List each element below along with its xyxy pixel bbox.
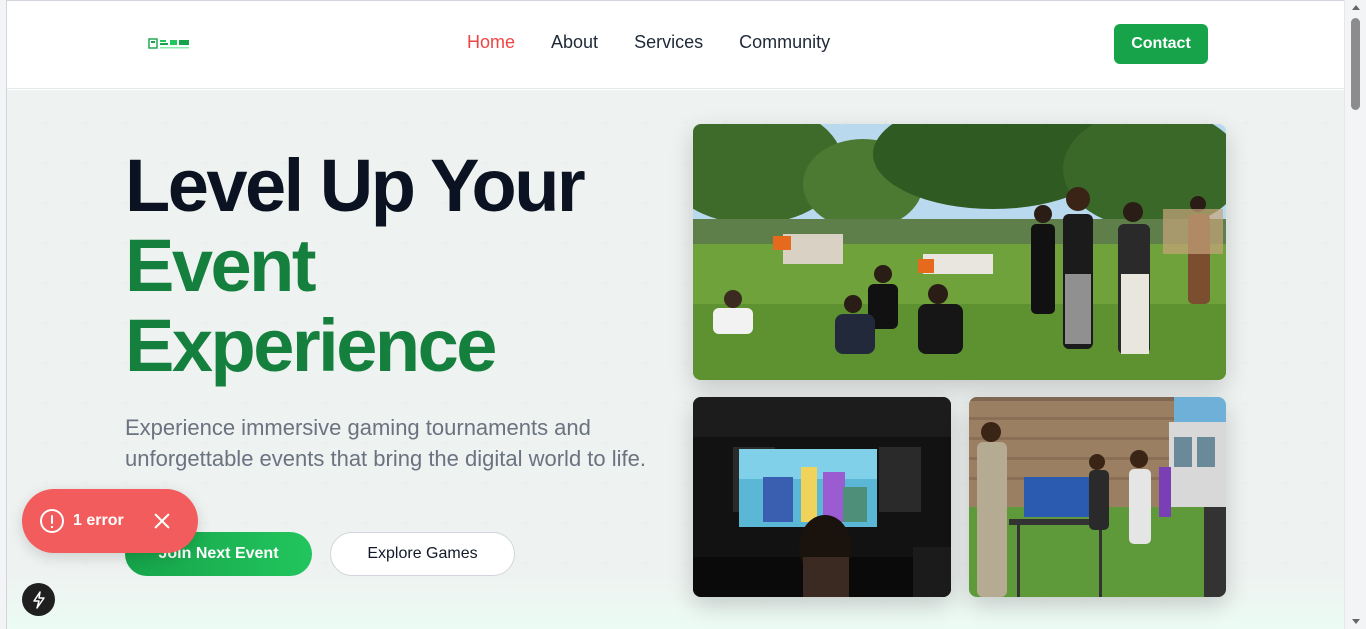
screening-room-photo bbox=[693, 397, 951, 597]
nav-services-link[interactable]: Services bbox=[634, 32, 703, 53]
bolt-icon bbox=[32, 590, 45, 609]
hero-title-line-3: Experience bbox=[125, 304, 497, 387]
scroll-up-arrow-icon[interactable] bbox=[1352, 5, 1360, 10]
error-toast[interactable]: 1 error bbox=[22, 489, 198, 553]
dev-tools-button[interactable] bbox=[22, 583, 55, 616]
scrollbar-thumb[interactable] bbox=[1351, 18, 1360, 110]
page-scrollbar[interactable] bbox=[1344, 0, 1366, 629]
explore-games-button[interactable]: Explore Games bbox=[330, 532, 515, 576]
main-nav: Home About Services Community bbox=[467, 32, 830, 53]
close-icon[interactable] bbox=[153, 512, 171, 530]
logo-icon bbox=[148, 38, 189, 49]
building-event-photo bbox=[969, 397, 1226, 597]
outdoor-event-photo bbox=[693, 124, 1226, 380]
nav-community-link[interactable]: Community bbox=[739, 32, 830, 53]
site-header: Home About Services Community Contact bbox=[7, 1, 1344, 89]
hero-title-line-1: Level Up Your bbox=[125, 144, 586, 227]
nav-home-link[interactable]: Home bbox=[467, 32, 515, 53]
browser-viewport: Home About Services Community Contact Le… bbox=[6, 0, 1344, 629]
hero-title-line-2: Event bbox=[125, 224, 317, 307]
hero-subtitle: Experience immersive gaming tournaments … bbox=[125, 415, 646, 471]
scroll-down-arrow-icon[interactable] bbox=[1352, 619, 1360, 624]
error-icon bbox=[40, 509, 64, 533]
contact-button[interactable]: Contact bbox=[1114, 24, 1208, 64]
hero-section: Level Up Your Event Experience Experienc… bbox=[7, 90, 1344, 629]
site-logo[interactable] bbox=[148, 38, 192, 50]
error-count-text: 1 error bbox=[73, 512, 124, 529]
nav-about-link[interactable]: About bbox=[551, 32, 598, 53]
